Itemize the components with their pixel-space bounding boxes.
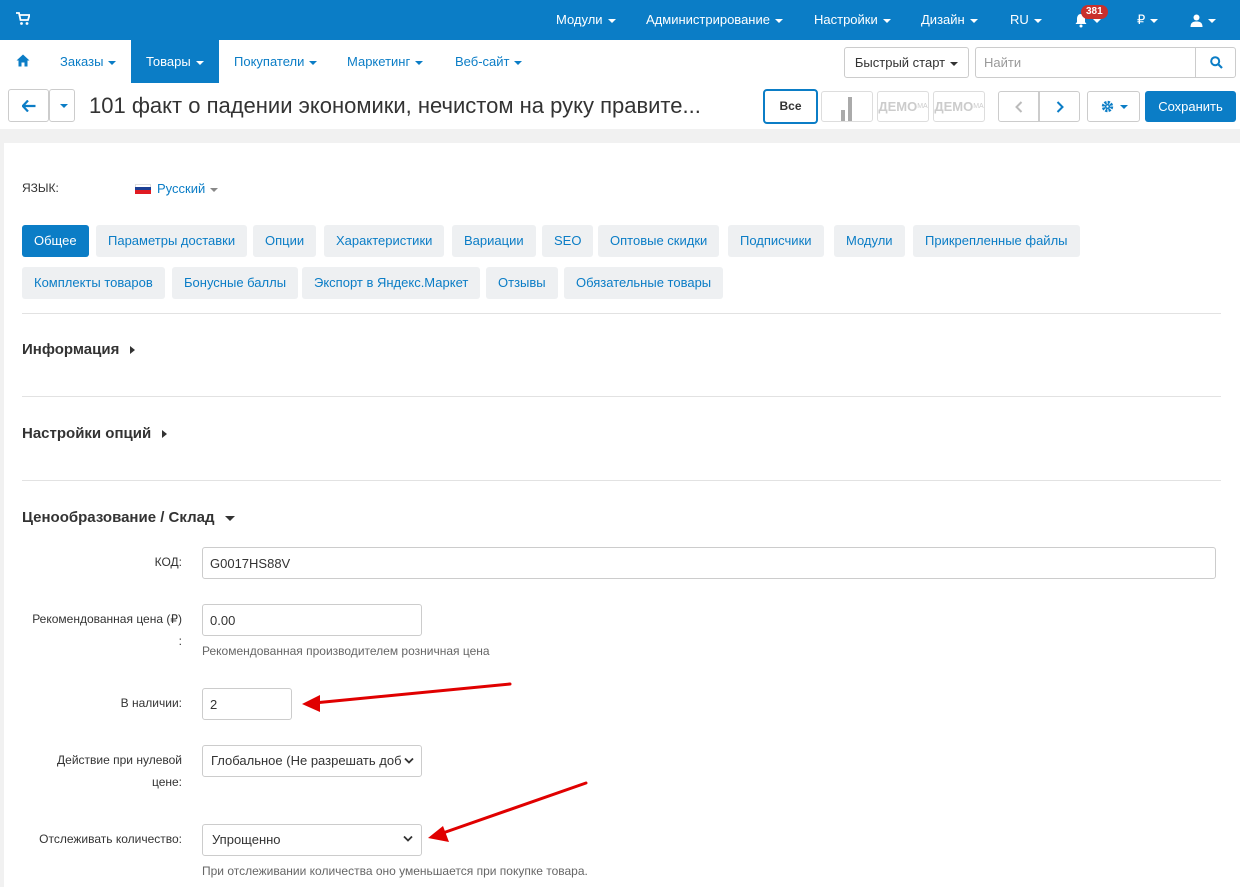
annotation-arrows — [302, 682, 588, 842]
annotation-arrow — [428, 781, 588, 842]
annotation-arrow — [302, 682, 512, 712]
